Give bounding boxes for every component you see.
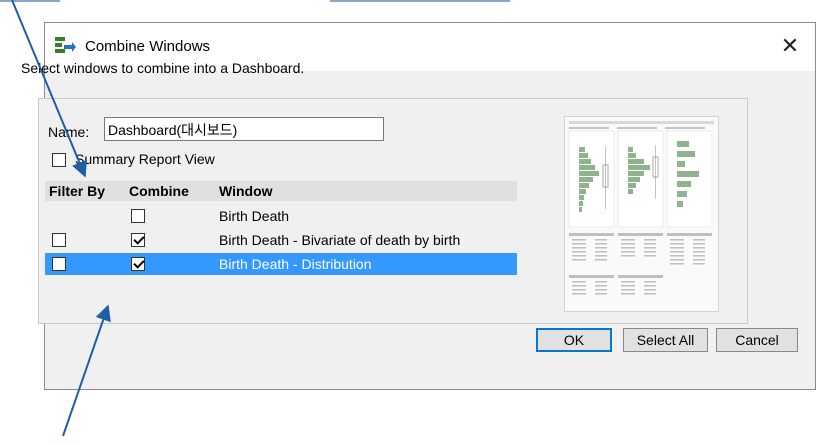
name-input[interactable]: Dashboard(대시보드) bbox=[104, 117, 384, 141]
table-row[interactable]: Birth Death - Bivariate of death by birt… bbox=[45, 229, 517, 251]
dialog-title: Combine Windows bbox=[85, 38, 211, 55]
table-row-selected[interactable]: Birth Death - Distribution bbox=[45, 253, 517, 275]
header-filter-by: Filter By bbox=[49, 183, 106, 199]
window-name: Birth Death bbox=[219, 208, 290, 224]
window-name: Birth Death - Distribution bbox=[219, 256, 372, 272]
preview-graphic bbox=[565, 117, 718, 311]
combine-checkbox[interactable] bbox=[131, 209, 145, 223]
window-table-header: Filter By Combine Window bbox=[45, 181, 517, 201]
dashboard-preview-thumbnail bbox=[564, 116, 719, 312]
header-window: Window bbox=[219, 183, 273, 199]
close-icon[interactable]: ✕ bbox=[777, 33, 803, 59]
window-name: Birth Death - Bivariate of death by birt… bbox=[219, 232, 461, 248]
name-label: Name: bbox=[48, 124, 90, 140]
filter-by-checkbox[interactable] bbox=[52, 233, 66, 247]
background-line bbox=[330, 0, 510, 2]
table-row[interactable]: Birth Death bbox=[45, 205, 517, 227]
combine-checkbox[interactable] bbox=[131, 257, 145, 271]
instruction-text: Select windows to combine into a Dashboa… bbox=[21, 60, 305, 76]
combine-checkbox[interactable] bbox=[131, 233, 145, 247]
filter-by-checkbox[interactable] bbox=[52, 257, 66, 271]
combine-windows-icon bbox=[55, 37, 76, 53]
summary-report-view-label: Summary Report View bbox=[75, 151, 215, 167]
ok-button[interactable]: OK bbox=[536, 328, 612, 352]
cancel-button[interactable]: Cancel bbox=[716, 328, 798, 352]
select-all-button[interactable]: Select All bbox=[623, 328, 708, 352]
header-combine: Combine bbox=[129, 183, 189, 199]
background-line bbox=[0, 0, 60, 2]
summary-report-view-checkbox[interactable] bbox=[52, 153, 66, 167]
